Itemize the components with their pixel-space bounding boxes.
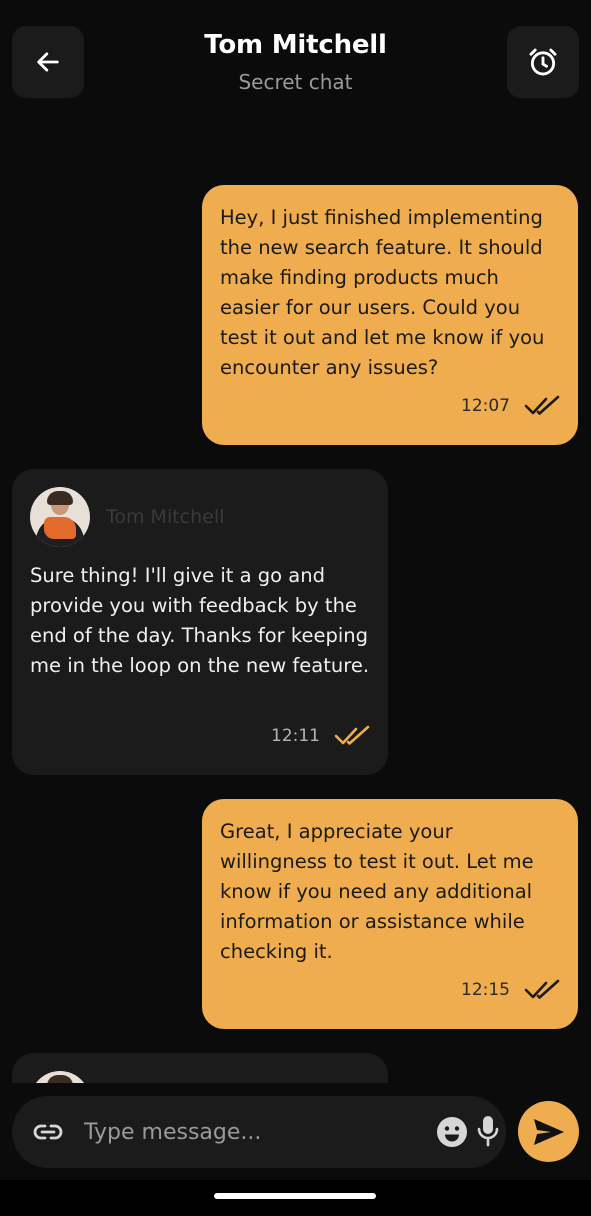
message-meta: 12:07	[461, 395, 560, 417]
sender-name: Tom Mitchell	[106, 506, 225, 528]
contact-name: Tom Mitchell	[204, 30, 387, 60]
chat-header: Tom Mitchell Secret chat	[0, 0, 591, 130]
message-meta: 12:15	[461, 979, 560, 1001]
message-text: Sure thing! I'll give it a go and provid…	[30, 564, 370, 677]
chat-type-label: Secret chat	[238, 70, 353, 94]
avatar[interactable]	[30, 1071, 90, 1083]
message-text: Hey, I just finished implementing the ne…	[220, 206, 545, 379]
emoji-icon[interactable]	[436, 1116, 468, 1148]
sender-row: Tom Mitchell	[30, 487, 370, 547]
message-time: 12:11	[271, 726, 320, 746]
message-composer	[12, 1096, 506, 1168]
alarm-clock-icon	[529, 48, 557, 76]
incoming-message[interactable]: Tom Mitchell Sure thing! I'll give it a …	[12, 469, 388, 775]
link-icon[interactable]	[32, 1118, 64, 1146]
home-indicator[interactable]	[214, 1193, 376, 1199]
send-button[interactable]	[518, 1101, 579, 1162]
double-check-icon	[524, 979, 560, 999]
double-check-icon	[334, 725, 370, 745]
self-destruct-timer-button[interactable]	[507, 26, 579, 98]
outgoing-message[interactable]: Hey, I just finished implementing the ne…	[202, 185, 578, 445]
incoming-message[interactable]	[12, 1053, 388, 1083]
message-time: 12:07	[461, 396, 510, 416]
message-list[interactable]: Hey, I just finished implementing the ne…	[0, 130, 591, 1083]
message-text: Great, I appreciate your willingness to …	[220, 820, 534, 963]
avatar[interactable]	[30, 487, 90, 547]
sender-row	[30, 1071, 370, 1083]
message-time: 12:15	[461, 980, 510, 1000]
message-meta: 12:11	[271, 725, 370, 747]
message-input[interactable]	[84, 1112, 424, 1152]
chat-screen: Tom Mitchell Secret chat Hey, I just fin…	[0, 0, 591, 1216]
send-icon	[533, 1118, 564, 1145]
outgoing-message[interactable]: Great, I appreciate your willingness to …	[202, 799, 578, 1029]
double-check-icon	[524, 395, 560, 415]
microphone-icon[interactable]	[476, 1114, 500, 1148]
